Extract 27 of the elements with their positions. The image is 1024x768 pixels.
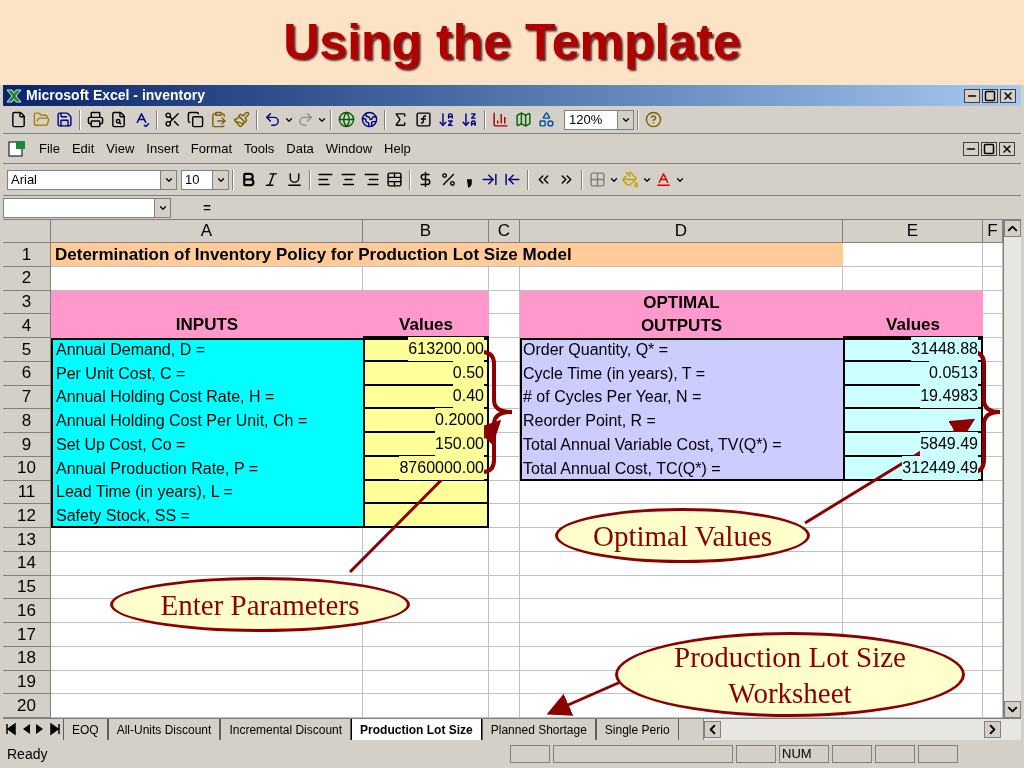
value-cell: 31448.88: [843, 336, 983, 362]
label-cell: Safety Stock, SS =: [51, 504, 363, 528]
label-cell: Total Annual Variable Cost, TV(Q*) =: [520, 433, 843, 457]
header-text: Values: [399, 313, 453, 336]
label-cell: Annual Holding Cost Rate, H =: [51, 385, 363, 410]
header-text: OPTIMAL: [643, 292, 720, 314]
header-text: INPUTS: [175, 313, 239, 336]
label-cell: Lead Time (in years), L =: [51, 480, 363, 505]
label-cell: Annual Demand, D =: [51, 338, 363, 362]
label-cell: Reorder Point, R =: [520, 409, 843, 433]
label-cell: Order Quantity, Q* =: [520, 338, 843, 362]
header-text: Values: [886, 313, 940, 336]
label-cell: Annual Holding Cost Per Unit, Ch =: [51, 409, 363, 433]
value-cell: 0.0513: [843, 359, 983, 386]
num-lock-indicator: NUM: [779, 745, 829, 763]
sheet-title: Determination of Inventory Policy for Production Lot Size Model: [51, 243, 843, 267]
slide-title: Using the Template: [283, 13, 741, 72]
label-cell: # of Cycles Per Year, N =: [520, 385, 843, 410]
label-cell: Per Unit Cost, C =: [51, 361, 363, 386]
label-cell: Set Up Cost, Co =: [51, 433, 363, 457]
window-title: Microsoft Excel - inventory: [26, 86, 205, 105]
header-text: OUTPUTS: [640, 315, 723, 337]
label-cell: Total Annual Cost, TC(Q*) =: [520, 456, 843, 481]
status-text: Ready: [7, 744, 49, 764]
label-cell: Cycle Time (in years), T =: [520, 361, 843, 386]
value-cell: 5849.49: [843, 431, 983, 457]
label-cell: Annual Production Rate, P =: [51, 456, 363, 481]
